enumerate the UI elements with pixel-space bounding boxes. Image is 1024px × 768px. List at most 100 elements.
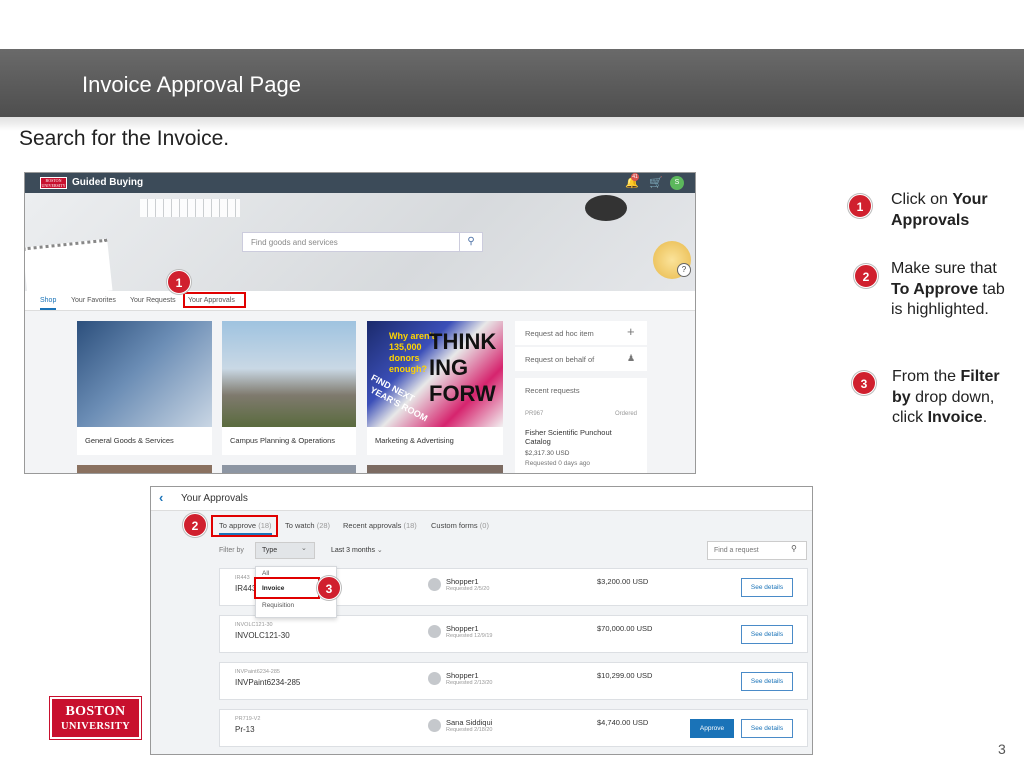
slide-subtitle: Search for the Invoice.	[19, 127, 230, 150]
invoice-option-highlight	[254, 577, 320, 599]
row-amount: $4,740.00 USD	[597, 718, 649, 727]
tab-to-watch[interactable]: To watch (28)	[285, 521, 330, 530]
card-general-goods[interactable]: General Goods & Services	[77, 321, 212, 455]
request-ad-hoc-item[interactable]: Request ad hoc item +	[515, 321, 647, 345]
card-label: Marketing & Advertising	[375, 436, 454, 445]
row-date: Requested 2/5/20	[446, 586, 490, 592]
card-campus-planning[interactable]: Campus Planning & Operations	[222, 321, 356, 455]
recent-request-status: Ordered	[615, 411, 638, 417]
row-requester: Shopper1	[446, 624, 479, 633]
user-avatar-icon	[428, 719, 441, 732]
row-small-id: IR443	[235, 575, 250, 581]
back-chevron-icon[interactable]: ‹	[159, 490, 163, 505]
nav-your-favorites[interactable]: Your Favorites	[71, 297, 116, 304]
card-peek	[222, 465, 356, 473]
user-avatar-icon	[428, 625, 441, 638]
mouse-image	[585, 195, 627, 221]
tab-recent-approvals[interactable]: Recent approvals (18)	[343, 521, 417, 530]
keyboard-image	[140, 199, 240, 217]
row-small-id: PR719-V2	[235, 716, 261, 722]
user-avatar[interactable]: S	[670, 176, 684, 190]
step-badge-1: 1	[848, 194, 872, 218]
logo-line-2: UNIVERSITY	[61, 721, 130, 732]
row-id: INVOLC121-30	[235, 631, 290, 640]
goods-search-input[interactable]: Find goods and services	[242, 232, 483, 252]
step-2-text: Make sure that To Approve tab is highlig…	[891, 260, 1005, 318]
app-title: Guided Buying	[72, 177, 144, 188]
search-icon[interactable]: ⚲	[791, 544, 797, 553]
overlay-text: THINK	[429, 329, 497, 354]
chevron-down-icon: ⌄	[376, 547, 383, 554]
recent-requests-heading: Recent requests	[525, 386, 580, 395]
bu-mini-logo: BOSTON UNIVERSITY	[40, 177, 67, 189]
date-range-select[interactable]: Last 3 months ⌄	[325, 542, 393, 559]
card-label: General Goods & Services	[85, 436, 174, 445]
step-badge-2-callout: 2	[183, 513, 207, 537]
approve-button[interactable]: Approve	[690, 719, 734, 738]
row-date: Requested 2/13/20	[446, 680, 493, 686]
overlay-text: donors	[389, 353, 420, 363]
search-icon[interactable]: ⚲	[459, 232, 483, 252]
row-amount: $10,299.00 USD	[597, 671, 653, 680]
see-details-button[interactable]: See details	[741, 672, 793, 691]
overlay-text: ING	[429, 355, 469, 380]
row-requester: Shopper1	[446, 577, 479, 586]
overlay-text: FORW	[429, 381, 496, 406]
see-details-button[interactable]: See details	[741, 719, 793, 738]
shop-nav	[25, 291, 695, 311]
row-amount: $70,000.00 USD	[597, 624, 653, 633]
card-peek	[367, 465, 503, 473]
help-icon[interactable]: ?	[677, 263, 691, 277]
side-action-label: Request on behalf of	[525, 355, 595, 364]
recent-request-date: Requested 0 days ago	[525, 460, 591, 467]
row-id: Pr-13	[235, 725, 255, 734]
page-number: 3	[998, 741, 1006, 757]
your-approvals-screenshot: ‹ Your Approvals To approve (18) To watc…	[150, 486, 813, 755]
notification-count: 41	[631, 173, 639, 181]
card-image-business	[77, 321, 212, 427]
to-approve-highlight	[211, 515, 278, 537]
approvals-title: Your Approvals	[181, 493, 248, 504]
dropdown-option-all[interactable]: All	[262, 570, 269, 577]
step-badge-3: 3	[852, 371, 876, 395]
row-amount: $3,200.00 USD	[597, 577, 649, 586]
nav-shop[interactable]: Shop	[40, 297, 57, 310]
card-image-campus	[222, 321, 356, 427]
recent-request-id: PR967	[525, 411, 544, 417]
boston-university-logo: BOSTON UNIVERSITY	[49, 696, 142, 740]
step-3-text: From the Filter by drop down, click Invo…	[892, 368, 1000, 426]
row-requester: Sana Siddiqui	[446, 718, 493, 727]
step-badge-1-callout: 1	[167, 270, 191, 294]
card-label: Campus Planning & Operations	[230, 436, 336, 445]
logo-line-1: BOSTON	[65, 704, 126, 719]
row-small-id: INVOLC121-30	[235, 622, 273, 628]
your-approvals-highlight	[183, 292, 246, 308]
recent-request-name[interactable]: Fisher Scientific Punchout Catalog	[525, 428, 635, 446]
row-date: Requested 12/9/19	[446, 633, 493, 639]
step-badge-2: 2	[854, 264, 878, 288]
tab-custom-forms[interactable]: Custom forms (0)	[431, 521, 489, 530]
row-id: INVPaint6234-285	[235, 678, 301, 687]
see-details-button[interactable]: See details	[741, 578, 793, 597]
request-on-behalf[interactable]: Request on behalf of ♟	[515, 347, 647, 371]
table-row[interactable]: INVOLC121-30 INVOLC121-30 Shopper1 Reque…	[219, 615, 808, 653]
overlay-text: 135,000	[389, 342, 422, 352]
see-details-button[interactable]: See details	[741, 625, 793, 644]
user-avatar-icon	[428, 578, 441, 591]
recent-request-amount: $2,317.30 USD	[525, 450, 570, 457]
plus-icon: +	[627, 324, 635, 339]
step-1-text: Click on Your Approvals	[891, 191, 988, 229]
recent-requests-card: Recent requests PR967 Ordered Fisher Sci…	[515, 378, 647, 473]
card-marketing[interactable]: Why aren't 135,000 donors enough? THINK …	[367, 321, 503, 455]
row-small-id: INVPaint6234-285	[235, 669, 280, 675]
table-row[interactable]: PR719-V2 Pr-13 Sana Siddiqui Requested 2…	[219, 709, 808, 747]
nav-your-requests[interactable]: Your Requests	[130, 297, 176, 304]
overlay-text: enough?	[389, 364, 427, 374]
approvals-header	[151, 487, 812, 511]
user-avatar-icon	[428, 672, 441, 685]
dropdown-option-requisition[interactable]: Requisition	[262, 602, 294, 609]
step-badge-3-callout: 3	[317, 576, 341, 600]
chevron-down-icon: ⌄	[301, 545, 307, 552]
cart-icon[interactable]: 🛒	[649, 176, 663, 189]
table-row[interactable]: INVPaint6234-285 INVPaint6234-285 Shoppe…	[219, 662, 808, 700]
